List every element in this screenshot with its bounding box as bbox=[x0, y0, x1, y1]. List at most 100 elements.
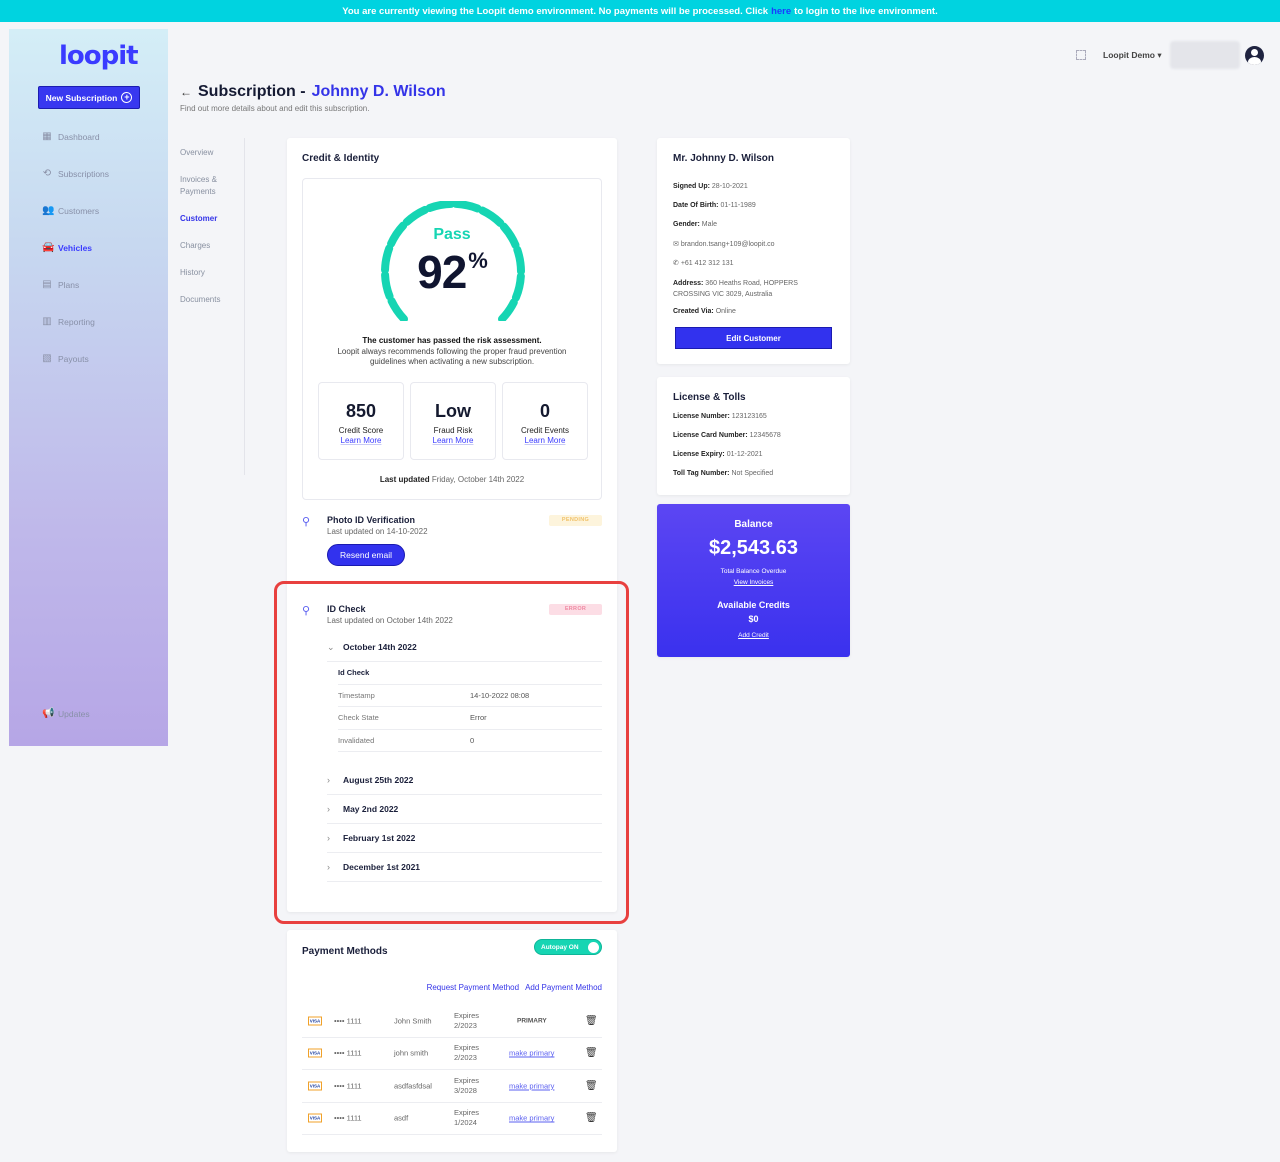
request-payment-method-link[interactable]: Request Payment Method bbox=[427, 983, 520, 992]
user-avatar-icon[interactable] bbox=[1244, 45, 1264, 65]
payment-method-row: VISA •••• 1111 John Smith Expires 2/2023 … bbox=[302, 1005, 602, 1038]
make-primary-link[interactable]: make primary bbox=[509, 1049, 554, 1058]
learn-more-link[interactable]: Learn More bbox=[411, 436, 495, 445]
field-value: 28-10-2021 bbox=[711, 183, 748, 190]
fullscreen-icon[interactable] bbox=[1076, 50, 1086, 60]
add-payment-method-link[interactable]: Add Payment Method bbox=[525, 983, 602, 992]
payment-method-row: VISA •••• 1111 john smith Expires 2/2023 … bbox=[302, 1038, 602, 1070]
sidebar-item-dashboard[interactable]: ▦ Dashboard bbox=[42, 132, 99, 143]
people-icon: 👥 bbox=[42, 205, 55, 216]
field-label: License Expiry: bbox=[673, 451, 725, 458]
sidebar-item-updates[interactable]: 📢 Updates bbox=[42, 708, 90, 720]
visa-card-icon: VISA bbox=[308, 1048, 322, 1058]
banner-login-link[interactable]: here bbox=[771, 6, 791, 17]
license-tolls-title: License & Tolls bbox=[673, 392, 746, 403]
trash-icon[interactable]: 🗑 bbox=[585, 1113, 598, 1124]
customer-profile-card: Mr. Johnny D. Wilson Signed Up: 28-10-20… bbox=[657, 138, 850, 364]
risk-message: The customer has passed the risk assessm… bbox=[303, 336, 601, 368]
tab-customer[interactable]: Customer bbox=[180, 213, 217, 225]
demo-banner: You are currently viewing the Loopit dem… bbox=[0, 0, 1280, 22]
plus-circle-icon: + bbox=[121, 92, 133, 103]
customer-full-name: Mr. Johnny D. Wilson bbox=[673, 153, 775, 164]
banner-text-after: to login to the live environment. bbox=[794, 5, 938, 17]
tab-overview[interactable]: Overview bbox=[180, 147, 213, 159]
address-row: Address: 360 Heaths Road, HOPPERS CROSSI… bbox=[673, 278, 798, 300]
document-icon: ▤ bbox=[42, 279, 52, 290]
balance-card: Balance $2,543.63 Total Balance Overdue … bbox=[657, 504, 850, 657]
balance-amount: $2,543.63 bbox=[709, 537, 798, 559]
sidebar-item-customers[interactable]: 👥 Customers bbox=[42, 205, 100, 217]
field-value: 12345678 bbox=[749, 432, 781, 439]
tab-invoices-payments[interactable]: Invoices & Payments bbox=[180, 174, 217, 198]
make-primary-link[interactable]: make primary bbox=[509, 1114, 554, 1123]
back-arrow-icon[interactable]: ← bbox=[180, 85, 192, 99]
autopay-label: Autopay ON bbox=[541, 943, 579, 951]
page-title-text: Subscription - bbox=[198, 83, 306, 100]
sidebar-item-label: Vehicles bbox=[58, 243, 93, 253]
tab-label-line1: Invoices & bbox=[180, 175, 217, 184]
loopit-logo[interactable]: loopit bbox=[59, 41, 139, 71]
available-credits-amount: $0 bbox=[748, 614, 759, 624]
sidebar-item-vehicles[interactable]: 🚘 Vehicles bbox=[42, 243, 93, 254]
status-badge: PENDING bbox=[549, 515, 602, 526]
sidebar-item-plans[interactable]: ▤ Plans bbox=[42, 279, 79, 291]
payment-method-row: VISA •••• 1111 asdfasfdsal Expires 3/2028… bbox=[302, 1070, 602, 1103]
learn-more-link[interactable]: Learn More bbox=[503, 436, 587, 445]
trash-icon[interactable]: 🗑 bbox=[585, 1015, 598, 1026]
sidebar-item-payouts[interactable]: ▧ Payouts bbox=[42, 353, 89, 365]
card-holder: john smith bbox=[394, 1048, 429, 1058]
tab-history[interactable]: History bbox=[180, 267, 205, 279]
card-expiry: Expires 2/2023 bbox=[454, 1011, 479, 1031]
sidebar-item-label: Payouts bbox=[58, 354, 89, 364]
id-check-highlight-outline bbox=[274, 581, 629, 924]
learn-more-link[interactable]: Learn More bbox=[319, 436, 403, 445]
field-value: 01-12-2021 bbox=[726, 451, 763, 458]
trash-icon[interactable]: 🗑 bbox=[585, 1080, 598, 1091]
sidebar-item-label: Reporting bbox=[58, 317, 95, 327]
risk-message-bold: The customer has passed the risk assessm… bbox=[362, 336, 542, 345]
tab-documents[interactable]: Documents bbox=[180, 294, 220, 306]
account-switcher[interactable]: Loopit Demo ▾ bbox=[1103, 50, 1162, 61]
payout-icon: ▧ bbox=[42, 353, 52, 364]
license-expiry-row: License Expiry: 01-12-2021 bbox=[673, 451, 763, 458]
stat-value: 0 bbox=[539, 401, 550, 421]
banner-text: You are currently viewing the Loopit dem… bbox=[342, 5, 769, 17]
card-expiry: Expires 3/2028 bbox=[454, 1076, 479, 1096]
sidebar-item-label: Customers bbox=[58, 206, 100, 216]
tab-charges[interactable]: Charges bbox=[180, 240, 210, 252]
card-number: •••• 1111 bbox=[334, 1016, 362, 1026]
sidebar-item-reporting[interactable]: ▥ Reporting bbox=[42, 316, 95, 328]
card-expiry: Expires 2/2023 bbox=[454, 1043, 479, 1063]
edit-customer-button[interactable]: Edit Customer bbox=[675, 327, 832, 349]
available-credits-label: Available Credits bbox=[717, 600, 790, 610]
last-updated-value: Friday, October 14th 2022 bbox=[431, 475, 525, 484]
autopay-toggle[interactable]: Autopay ON bbox=[534, 939, 602, 955]
stat-label: Credit Score bbox=[338, 426, 384, 435]
sidebar-item-subscriptions[interactable]: ⟲ Subscriptions bbox=[42, 169, 109, 180]
person-search-icon: ⚲ bbox=[302, 516, 311, 528]
make-primary-link[interactable]: make primary bbox=[509, 1081, 554, 1090]
email-icon: ✉ bbox=[673, 241, 679, 248]
risk-percent: 92% bbox=[303, 245, 601, 299]
photo-id-verification: ⚲ Photo ID Verification Last updated on … bbox=[302, 515, 602, 545]
add-credit-link[interactable]: Add Credit bbox=[657, 632, 850, 639]
megaphone-icon: 📢 bbox=[42, 708, 55, 719]
expires-label: Expires bbox=[454, 1075, 480, 1085]
visa-card-icon: VISA bbox=[308, 1081, 322, 1091]
field-label: Signed Up: bbox=[673, 183, 710, 190]
view-invoices-link[interactable]: View Invoices bbox=[657, 579, 850, 586]
resend-email-button[interactable]: Resend email bbox=[327, 544, 405, 566]
field-label: Date Of Birth: bbox=[673, 202, 719, 209]
report-icon: ▥ bbox=[42, 316, 52, 327]
new-subscription-button[interactable]: New Subscription + bbox=[38, 86, 140, 109]
photo-id-title: Photo ID Verification bbox=[327, 515, 416, 525]
expires-label: Expires bbox=[454, 1043, 480, 1053]
credit-events-stat: 0 Credit Events Learn More bbox=[502, 382, 588, 460]
trash-icon[interactable]: 🗑 bbox=[585, 1048, 598, 1059]
card-expiry: Expires 1/2024 bbox=[454, 1108, 479, 1128]
card-holder: asdfasfdsal bbox=[394, 1081, 432, 1091]
card-number: •••• 1111 bbox=[334, 1113, 362, 1123]
page-subtitle: Find out more details about and edit thi… bbox=[180, 104, 370, 113]
account-info-redacted bbox=[1169, 41, 1240, 69]
card-number: •••• 1111 bbox=[334, 1048, 362, 1058]
